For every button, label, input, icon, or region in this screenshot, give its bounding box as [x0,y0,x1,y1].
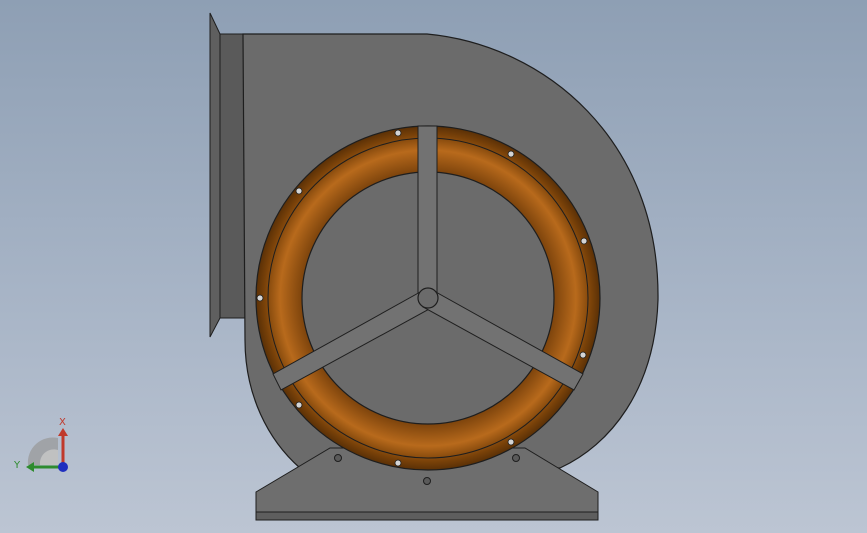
base-bolt [512,454,520,462]
inlet-duct [219,33,246,319]
base-plate [255,511,599,521]
ring-bolt [394,129,402,137]
x-axis-label: X [59,417,66,428]
ring-bolt [256,294,264,302]
ring-bolt [295,187,303,195]
spoke-top [417,125,438,299]
blower-model[interactable] [0,0,867,533]
y-axis-label: Y [13,460,21,471]
view-triad[interactable]: X Y [10,410,80,480]
graphics-viewport[interactable]: X Y [0,0,867,533]
z-axis-icon [58,462,68,472]
inlet-flange [209,12,221,338]
base-bolt [423,477,431,485]
base-bolt [334,454,342,462]
ring-bolt [579,351,587,359]
ring-bolt [580,237,588,245]
x-axis-arrow-icon [58,428,68,436]
ring-bolt [295,401,303,409]
ring-bolt [394,459,402,467]
hub [417,287,439,309]
ring-bolt [507,150,515,158]
ring-bolt [507,438,515,446]
